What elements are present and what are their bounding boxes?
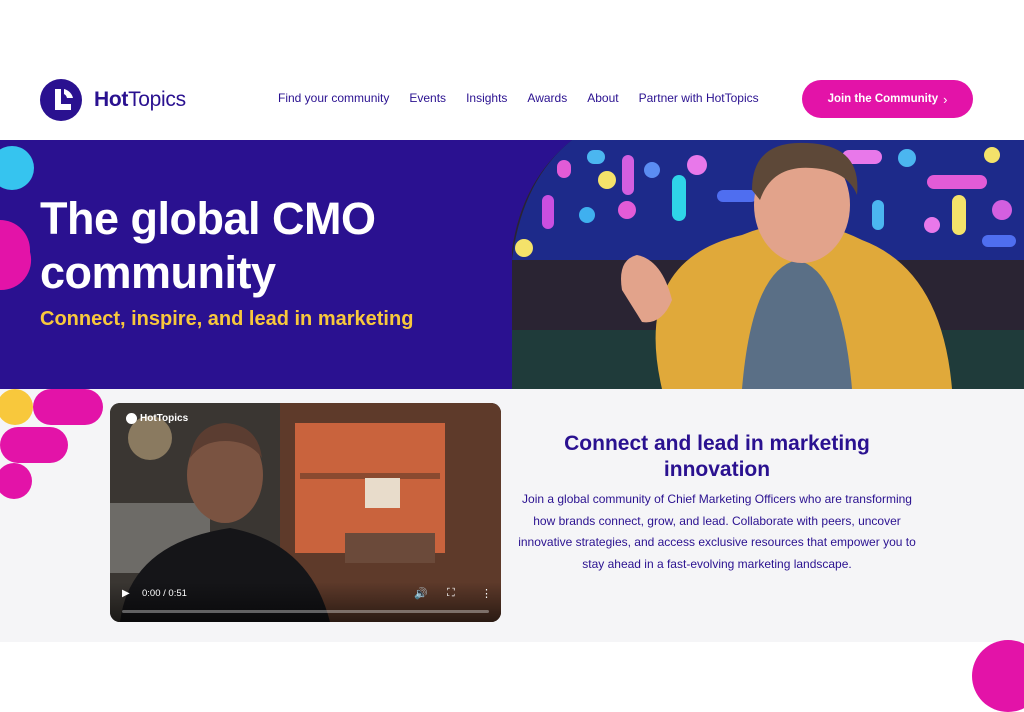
intro-body: Join a global community of Chief Marketi…: [518, 492, 916, 571]
site-header: HotTopics Find your community Events Ins…: [0, 62, 1024, 140]
logo-wordmark: HotTopics: [94, 88, 186, 111]
join-community-label: Join the Community: [827, 93, 939, 105]
video-controls: ▶ 0:00 / 0:51 🔊 ⛶ ⋮: [110, 582, 501, 622]
nav-about[interactable]: About: [587, 91, 618, 105]
volume-icon[interactable]: 🔊: [414, 587, 428, 600]
nav-awards[interactable]: Awards: [527, 91, 567, 105]
nav-find-your-community[interactable]: Find your community: [278, 91, 389, 105]
video-player[interactable]: HotTopics ▶ 0:00 / 0:51 🔊 ⛶ ⋮: [110, 403, 501, 622]
hero-speaker-photo: [512, 140, 1024, 389]
main-nav: Find your community Events Insights Awar…: [278, 91, 779, 105]
logo-mark-icon: [40, 79, 82, 121]
nav-insights[interactable]: Insights: [466, 91, 507, 105]
brand-dot-icon: [126, 413, 137, 424]
video-progress-bar[interactable]: [122, 610, 489, 613]
intro-heading: Connect and lead in marketing innovation: [564, 432, 870, 481]
fullscreen-icon[interactable]: ⛶: [447, 587, 455, 600]
video-time: 0:00 / 0:51: [142, 588, 187, 599]
intro-decor-shapes: [0, 389, 103, 499]
intro-section: HotTopics ▶ 0:00 / 0:51 🔊 ⛶ ⋮ Connect an…: [0, 389, 1024, 642]
join-community-button[interactable]: Join the Community ›: [802, 80, 973, 118]
hero-subtitle: Connect, inspire, and lead in marketing: [40, 308, 414, 330]
nav-events[interactable]: Events: [409, 91, 446, 105]
more-options-icon[interactable]: ⋮: [481, 587, 492, 600]
hero-banner: The global CMO community Connect, inspire…: [0, 140, 1024, 389]
hero-title: The global CMO community: [40, 193, 376, 298]
video-brand-watermark: HotTopics: [126, 413, 188, 424]
chevron-right-icon: ›: [943, 91, 948, 107]
hottopics-logo[interactable]: HotTopics: [40, 78, 186, 122]
play-icon[interactable]: ▶: [122, 588, 130, 599]
nav-partner[interactable]: Partner with HotTopics: [639, 91, 759, 105]
corner-decor-shape: [972, 640, 1024, 712]
